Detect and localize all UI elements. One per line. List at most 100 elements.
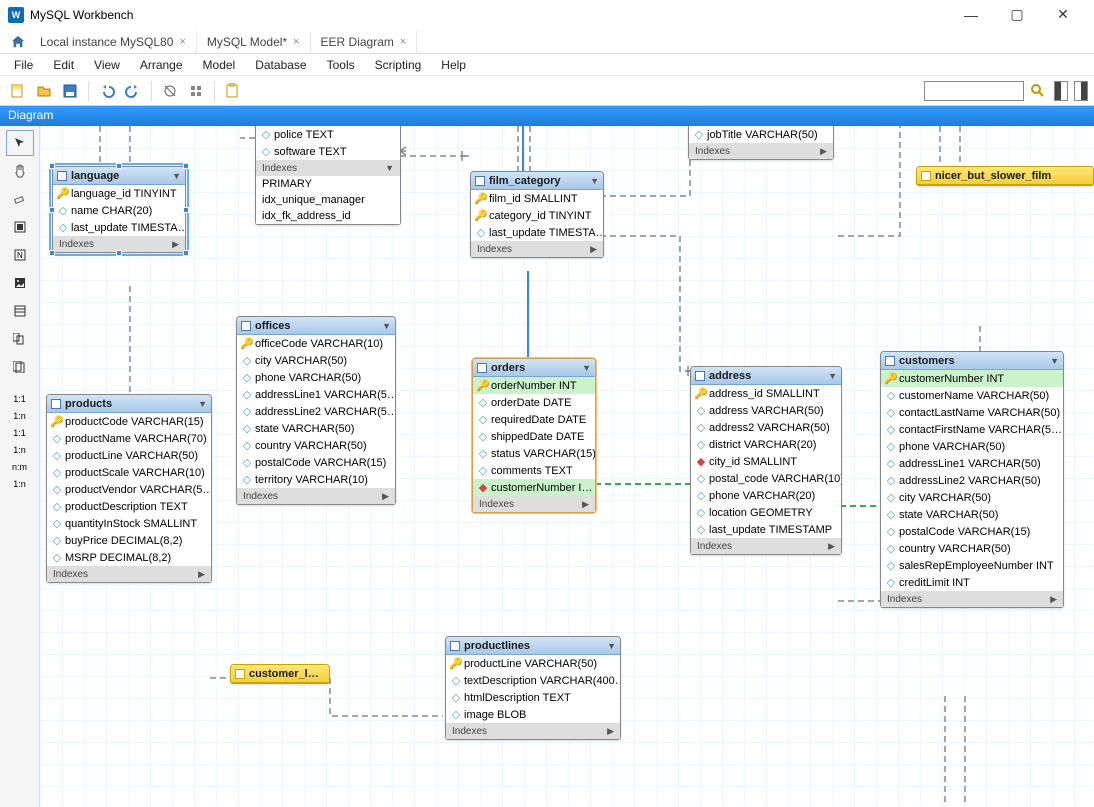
rel-1-n-existing[interactable]: 1:n bbox=[6, 477, 34, 492]
collapse-icon[interactable]: ▼ bbox=[607, 641, 616, 651]
rel-1-n-id[interactable]: 1:n bbox=[6, 443, 34, 458]
collapse-icon[interactable]: ▼ bbox=[582, 363, 591, 373]
collapse-icon[interactable]: ▼ bbox=[1050, 356, 1059, 366]
column-icon: ◇ bbox=[243, 439, 251, 452]
indexes-label[interactable]: Indexes bbox=[887, 594, 922, 605]
index-item[interactable]: idx_fk_address_id bbox=[256, 208, 400, 224]
indexes-label[interactable]: Indexes bbox=[59, 239, 94, 250]
validate-icon[interactable] bbox=[221, 79, 245, 103]
rel-1-n-nonid[interactable]: 1:n bbox=[6, 409, 34, 424]
tab-eer-diagram[interactable]: EER Diagram × bbox=[311, 31, 418, 53]
column-icon: ◇ bbox=[53, 432, 61, 445]
indexes-label[interactable]: Indexes bbox=[697, 541, 732, 552]
hand-tool[interactable] bbox=[6, 158, 34, 184]
table-productlines[interactable]: productlines▼ 🔑productLine VARCHAR(50) ◇… bbox=[445, 636, 621, 740]
table-partial-top[interactable]: ◇police TEXT ◇software TEXT Indexes▼ PRI… bbox=[255, 126, 401, 225]
table-icon bbox=[450, 641, 460, 651]
menu-tools[interactable]: Tools bbox=[319, 56, 363, 74]
collapse-icon[interactable]: ▼ bbox=[828, 371, 837, 381]
view-nicer-but-slower[interactable]: nicer_but_slower_film bbox=[916, 166, 1094, 186]
column-label: postalCode VARCHAR(15) bbox=[255, 457, 386, 469]
column-icon: ◇ bbox=[243, 388, 251, 401]
close-icon[interactable]: × bbox=[400, 36, 406, 48]
arrow-tool[interactable] bbox=[6, 130, 34, 156]
new-file-icon[interactable] bbox=[6, 79, 30, 103]
collapse-icon[interactable]: ▼ bbox=[172, 171, 181, 181]
image-tool[interactable] bbox=[6, 270, 34, 296]
maximize-button[interactable]: ▢ bbox=[994, 0, 1040, 30]
open-file-icon[interactable] bbox=[32, 79, 56, 103]
close-icon[interactable]: × bbox=[293, 36, 299, 48]
view-tool[interactable] bbox=[6, 326, 34, 352]
routine-tool[interactable] bbox=[6, 354, 34, 380]
tab-local-instance[interactable]: Local instance MySQL80 × bbox=[30, 31, 197, 53]
menu-database[interactable]: Database bbox=[247, 56, 314, 74]
main-area: N 1:1 1:n 1:1 1:n n:m 1:n bbox=[0, 126, 1094, 807]
menu-edit[interactable]: Edit bbox=[45, 56, 82, 74]
chevron-right-icon: ▶ bbox=[607, 726, 614, 737]
search-input[interactable] bbox=[924, 81, 1024, 101]
tab-mysql-model[interactable]: MySQL Model* × bbox=[197, 31, 311, 53]
align-icon[interactable] bbox=[184, 79, 208, 103]
close-icon[interactable]: × bbox=[179, 36, 185, 48]
indexes-label[interactable]: Indexes bbox=[243, 491, 278, 502]
indexes-label[interactable]: Indexes bbox=[452, 726, 487, 737]
indexes-label[interactable]: Indexes bbox=[53, 569, 88, 580]
index-item[interactable]: idx_unique_manager bbox=[256, 192, 400, 208]
layer-tool[interactable] bbox=[6, 214, 34, 240]
indexes-label[interactable]: Indexes bbox=[479, 499, 514, 510]
collapse-icon[interactable]: ▼ bbox=[590, 176, 599, 186]
column-label: name CHAR(20) bbox=[71, 205, 152, 217]
column-icon: ◇ bbox=[53, 534, 61, 547]
index-item[interactable]: PRIMARY bbox=[256, 176, 400, 192]
table-address[interactable]: address▼ 🔑address_id SMALLINT ◇address V… bbox=[690, 366, 842, 555]
menu-scripting[interactable]: Scripting bbox=[367, 56, 430, 74]
fk-key-icon: ◆ bbox=[697, 455, 705, 468]
toggle-left-panel[interactable] bbox=[1054, 81, 1068, 101]
column-icon: ◇ bbox=[243, 371, 251, 384]
rel-1-1-nonid[interactable]: 1:1 bbox=[6, 392, 34, 407]
grid-icon[interactable] bbox=[158, 79, 182, 103]
redo-icon[interactable] bbox=[121, 79, 145, 103]
table-customers[interactable]: customers▼ 🔑customerNumber INT ◇customer… bbox=[880, 351, 1064, 608]
chevron-right-icon: ▶ bbox=[590, 244, 597, 255]
column-label: requiredDate DATE bbox=[491, 414, 586, 426]
collapse-icon[interactable]: ▼ bbox=[198, 399, 207, 409]
toggle-right-panel[interactable] bbox=[1074, 81, 1088, 101]
fk-key-icon: 🔑 bbox=[452, 657, 460, 670]
note-tool[interactable]: N bbox=[6, 242, 34, 268]
collapse-icon[interactable]: ▼ bbox=[382, 321, 391, 331]
home-tab[interactable] bbox=[6, 35, 30, 49]
column-icon: ◇ bbox=[887, 542, 895, 555]
menu-arrange[interactable]: Arrange bbox=[132, 56, 191, 74]
minimize-button[interactable]: — bbox=[948, 0, 994, 30]
menu-view[interactable]: View bbox=[86, 56, 128, 74]
eraser-tool[interactable] bbox=[6, 186, 34, 212]
table-offices[interactable]: offices▼ 🔑officeCode VARCHAR(10) ◇city V… bbox=[236, 316, 396, 505]
table-orders[interactable]: orders▼ 🔑orderNumber INT ◇orderDate DATE… bbox=[472, 358, 596, 513]
indexes-label[interactable]: Indexes bbox=[262, 163, 297, 174]
column-label: shippedDate DATE bbox=[491, 431, 584, 443]
table-tool[interactable] bbox=[6, 298, 34, 324]
column-label: productScale VARCHAR(10) bbox=[65, 467, 205, 479]
indexes-label[interactable]: Indexes bbox=[477, 244, 512, 255]
table-partial-job[interactable]: ◇jobTitle VARCHAR(50) Indexes▶ bbox=[688, 126, 834, 160]
rel-1-1-id[interactable]: 1:1 bbox=[6, 426, 34, 441]
save-icon[interactable] bbox=[58, 79, 82, 103]
indexes-label[interactable]: Indexes bbox=[695, 146, 730, 157]
close-button[interactable]: ✕ bbox=[1040, 0, 1086, 30]
chevron-right-icon: ▶ bbox=[828, 541, 835, 552]
view-customer-l[interactable]: customer_l… bbox=[230, 664, 330, 684]
menu-file[interactable]: File bbox=[6, 56, 41, 74]
menu-model[interactable]: Model bbox=[195, 56, 244, 74]
table-film-category[interactable]: film_category▼ 🔑film_id SMALLINT 🔑catego… bbox=[470, 171, 604, 258]
rel-n-m[interactable]: n:m bbox=[6, 460, 34, 475]
table-products[interactable]: products▼ 🔑productCode VARCHAR(15) ◇prod… bbox=[46, 394, 212, 583]
search-icon[interactable] bbox=[1028, 81, 1048, 101]
svg-text:N: N bbox=[17, 251, 23, 260]
table-language[interactable]: language▼ 🔑language_id TINYINT ◇name CHA… bbox=[52, 166, 186, 253]
column-icon: ◇ bbox=[887, 423, 895, 436]
menu-help[interactable]: Help bbox=[433, 56, 474, 74]
undo-icon[interactable] bbox=[95, 79, 119, 103]
diagram-canvas[interactable]: language▼ 🔑language_id TINYINT ◇name CHA… bbox=[40, 126, 1094, 807]
